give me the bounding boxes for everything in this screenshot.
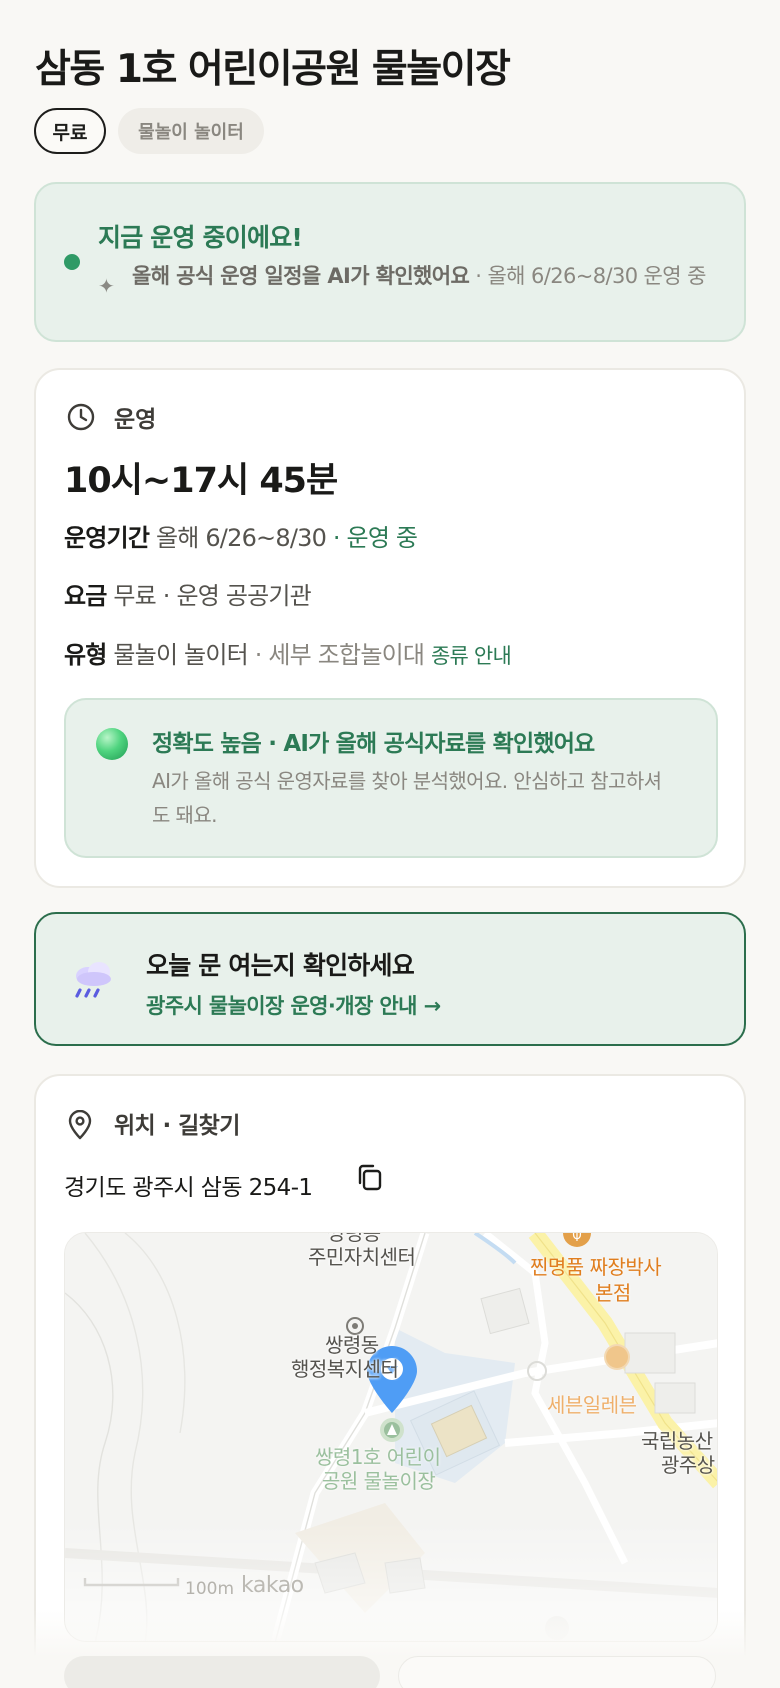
status-card: 지금 운영 중이에요! ✦ 올해 공식 운영 일정을 AI가 확인했어요 · 올… [34,182,746,342]
map-label-community-center: 주민자치센터 [308,1245,416,1269]
page-title: 삼동 1호 어린이공원 물놀이장 [35,47,511,92]
type-detail: · 세부 조합놀이대 [247,641,432,669]
accuracy-desc: AI가 올해 공식 운영자료를 찾아 분석했어요. 안심하고 참고하셔도 돼요. [152,769,662,827]
bottom-button-right[interactable] [398,1656,716,1688]
tag-type: 물놀이 놀이터 [118,108,264,154]
status-sub-bold: 올해 공식 운영 일정을 AI가 확인했어요 [132,264,470,288]
period-label: 운영기간 [64,524,150,552]
notice-title: 오늘 문 여는지 확인하세요 [146,951,415,980]
bottom-button-left[interactable] [64,1656,380,1688]
type-info-link[interactable]: 종류 안내 [431,644,512,668]
map-label-park: 쌍령1호 어린이 [315,1445,441,1469]
clock-icon [67,403,95,431]
copy-icon[interactable] [354,1162,386,1194]
map-label-admin-center: 쌍령동 [325,1333,379,1357]
rain-cloud-icon [75,962,111,998]
map-brand-logo: kakao [241,1573,304,1598]
period-status: · 운영 중 [326,524,418,552]
accuracy-title: 정확도 높음 · AI가 올해 공식자료를 확인했어요 [152,731,595,757]
address-text: 경기도 광주시 삼동 254-1 [64,1175,313,1201]
type-row: 유형 물놀이 놀이터 · 세부 조합놀이대 종류 안내 [64,635,512,670]
fee-value: 무료 · 운영 공공기관 [106,582,311,610]
map-label-community-center-top: 쌍령동 [327,1232,381,1245]
map-view[interactable]: Ψ 쌍령동 주민자치센터 찐명품 짜장박사 본점 쌍령동 행정복지센터 세븐일레… [64,1232,718,1642]
location-section-label: 위치 · 길찾기 [114,1113,240,1139]
location-card: 위치 · 길찾기 경기도 광주시 삼동 254-1 Ψ 쌍령동 주민자치센터 찐… [34,1074,746,1688]
notice-card[interactable]: 오늘 문 여는지 확인하세요 광주시 물놀이장 운영·개장 안내 → [34,912,746,1046]
map-label-national-2: 광주상 [661,1453,715,1477]
map-scale-label: 100m [185,1579,235,1599]
map-label-restaurant: 찐명품 짜장박사 [530,1255,662,1279]
map-label-restaurant-sub: 본점 [595,1281,631,1305]
tag-free: 무료 [34,108,106,154]
map-label-admin-center-sub: 행정복지센터 [291,1357,399,1381]
map-label-national-1: 국립농산 [641,1429,713,1453]
status-title: 지금 운영 중이에요! [98,223,303,252]
fee-row: 요금 무료 · 운영 공공기관 [64,576,312,611]
hours-card: 운영 10시~17시 45분 운영기간 올해 6/26~8/30 · 운영 중 … [34,368,746,888]
accuracy-box: 정확도 높음 · AI가 올해 공식자료를 확인했어요 AI가 올해 공식 운영… [64,698,718,858]
type-value: 물놀이 놀이터 [106,641,248,669]
page: 삼동 1호 어린이공원 물놀이장 무료 물놀이 놀이터 지금 운영 중이에요! … [0,0,780,1688]
hours-section-label: 운영 [114,407,157,433]
period-row: 운영기간 올해 6/26~8/30 · 운영 중 [64,518,418,553]
operating-hours: 10시~17시 45분 [64,461,338,501]
status-dot-icon [64,254,80,270]
location-pin-icon [68,1110,92,1140]
map-label-park-sub: 공원 물놀이장 [322,1469,436,1493]
fee-label: 요금 [64,582,107,610]
status-subtitle: 올해 공식 운영 일정을 AI가 확인했어요 · 올해 6/26~8/30 운영… [132,262,732,290]
accuracy-orb-icon [96,728,128,760]
status-sub-rest: · 올해 6/26~8/30 운영 중 [469,264,706,288]
type-label: 유형 [64,641,107,669]
map-label-store: 세븐일레븐 [547,1393,637,1417]
sparkle-icon: ✦ [98,274,115,298]
notice-link[interactable]: 광주시 물놀이장 운영·개장 안내 → [146,990,441,1020]
period-value: 올해 6/26~8/30 [149,524,327,552]
svg-text:Ψ: Ψ [572,1233,581,1244]
